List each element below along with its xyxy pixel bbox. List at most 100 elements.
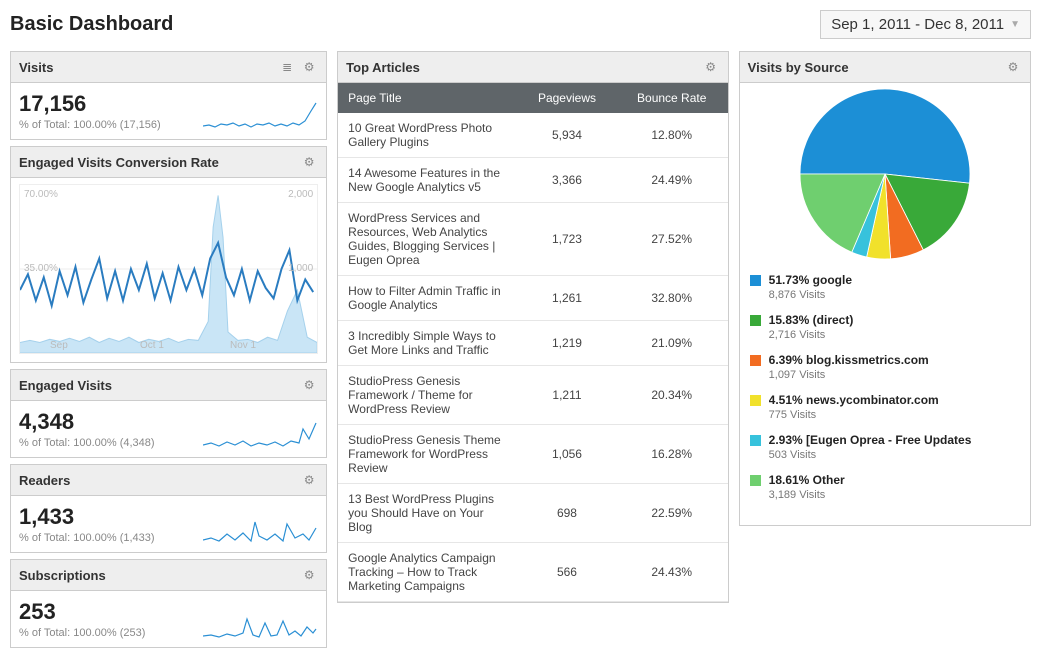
- cell-pageviews: 1,219: [518, 321, 616, 366]
- chevron-down-icon: ▼: [1010, 19, 1020, 30]
- legend-swatch: [750, 315, 761, 326]
- y-left-top: 70.00%: [24, 189, 58, 200]
- legend-sub: 775 Visits: [769, 409, 939, 421]
- gear-icon[interactable]: [702, 58, 720, 76]
- sparkline-subs: [203, 609, 318, 639]
- table-row[interactable]: How to Filter Admin Traffic in Google An…: [338, 276, 727, 321]
- cell-bounce: 12.80%: [616, 113, 728, 158]
- table-row[interactable]: 13 Best WordPress Plugins you Should Hav…: [338, 484, 727, 543]
- legend-item[interactable]: 51.73% google 8,876 Visits: [744, 273, 1026, 301]
- legend-label: 18.61% Other: [769, 473, 845, 487]
- gear-icon[interactable]: [300, 376, 318, 394]
- gear-icon[interactable]: [300, 58, 318, 76]
- legend-sub: 8,876 Visits: [769, 289, 852, 301]
- engaged-value: 4,348: [19, 407, 155, 435]
- table-row[interactable]: 14 Awesome Features in the New Google An…: [338, 158, 727, 203]
- legend-swatch: [750, 355, 761, 366]
- legend-item[interactable]: 18.61% Other 3,189 Visits: [744, 473, 1026, 501]
- col-bounce-rate[interactable]: Bounce Rate: [616, 83, 728, 113]
- legend-item[interactable]: 6.39% blog.kissmetrics.com 1,097 Visits: [744, 353, 1026, 381]
- table-row[interactable]: 3 Incredibly Simple Ways to Get More Lin…: [338, 321, 727, 366]
- legend-label: 51.73% google: [769, 273, 852, 287]
- legend-label: 4.51% news.ycombinator.com: [769, 393, 939, 407]
- gear-icon[interactable]: [300, 566, 318, 584]
- legend-swatch: [750, 475, 761, 486]
- cell-pageviews: 5,934: [518, 113, 616, 158]
- table-row[interactable]: StudioPress Genesis Framework / Theme fo…: [338, 366, 727, 425]
- widget-visits: Visits 17,156 % of Total: 100.00% (17,15…: [10, 51, 327, 140]
- table-row[interactable]: 10 Great WordPress Photo Gallery Plugins…: [338, 113, 727, 158]
- widget-title: Readers: [19, 473, 70, 488]
- y-right-mid: 1,000: [288, 263, 313, 274]
- legend-label: 6.39% blog.kissmetrics.com: [769, 353, 929, 367]
- y-right-top: 2,000: [288, 189, 313, 200]
- widget-readers: Readers 1,433 % of Total: 100.00% (1,433…: [10, 464, 327, 553]
- legend-sub: 2,716 Visits: [769, 329, 854, 341]
- cell-title: Google Analytics Campaign Tracking – How…: [338, 543, 518, 602]
- legend-item[interactable]: 15.83% (direct) 2,716 Visits: [744, 313, 1026, 341]
- date-range-picker[interactable]: Sep 1, 2011 - Dec 8, 2011 ▼: [820, 10, 1031, 39]
- widget-conversion-rate: Engaged Visits Conversion Rate 70.00% 35…: [10, 146, 327, 363]
- legend-swatch: [750, 395, 761, 406]
- x-tick: Nov 1: [230, 340, 256, 351]
- widget-title: Visits by Source: [748, 60, 849, 75]
- pie-slice[interactable]: [800, 89, 970, 183]
- cell-pageviews: 1,261: [518, 276, 616, 321]
- legend-label: 2.93% [Eugen Oprea - Free Updates: [769, 433, 972, 447]
- cell-title: How to Filter Admin Traffic in Google An…: [338, 276, 518, 321]
- cell-pageviews: 1,056: [518, 425, 616, 484]
- widget-top-articles: Top Articles Page Title Pageviews Bounce…: [337, 51, 728, 603]
- visits-pct: % of Total: 100.00% (17,156): [19, 119, 161, 131]
- cell-title: 3 Incredibly Simple Ways to Get More Lin…: [338, 321, 518, 366]
- legend-swatch: [750, 435, 761, 446]
- cell-title: 13 Best WordPress Plugins you Should Hav…: [338, 484, 518, 543]
- cell-title: WordPress Services and Resources, Web An…: [338, 203, 518, 276]
- cell-pageviews: 566: [518, 543, 616, 602]
- cell-bounce: 20.34%: [616, 366, 728, 425]
- legend-sub: 1,097 Visits: [769, 369, 929, 381]
- top-articles-table: Page Title Pageviews Bounce Rate 10 Grea…: [338, 83, 727, 602]
- table-row[interactable]: StudioPress Genesis Theme Framework for …: [338, 425, 727, 484]
- cell-pageviews: 3,366: [518, 158, 616, 203]
- cell-title: StudioPress Genesis Theme Framework for …: [338, 425, 518, 484]
- cell-bounce: 16.28%: [616, 425, 728, 484]
- widget-title: Subscriptions: [19, 568, 106, 583]
- table-row[interactable]: Google Analytics Campaign Tracking – How…: [338, 543, 727, 602]
- cell-bounce: 27.52%: [616, 203, 728, 276]
- cell-bounce: 21.09%: [616, 321, 728, 366]
- x-tick: Sep: [50, 340, 68, 351]
- col-page-title[interactable]: Page Title: [338, 83, 518, 113]
- cell-bounce: 24.43%: [616, 543, 728, 602]
- conversion-rate-chart[interactable]: 70.00% 35.00% 2,000 1,000 Sep Oct 1 Nov …: [19, 184, 318, 354]
- widget-visits-by-source: Visits by Source 51.73% google 8,876 Vis…: [739, 51, 1031, 526]
- sparkline-readers: [203, 514, 318, 544]
- x-tick: Oct 1: [140, 340, 164, 351]
- pie-chart[interactable]: [800, 89, 970, 259]
- legend-label: 15.83% (direct): [769, 313, 854, 327]
- cell-pageviews: 1,723: [518, 203, 616, 276]
- legend-item[interactable]: 4.51% news.ycombinator.com 775 Visits: [744, 393, 1026, 421]
- legend-item[interactable]: 2.93% [Eugen Oprea - Free Updates 503 Vi…: [744, 433, 1026, 461]
- widget-subscriptions: Subscriptions 253 % of Total: 100.00% (2…: [10, 559, 327, 648]
- y-left-mid: 35.00%: [24, 263, 58, 274]
- gear-icon[interactable]: [300, 153, 318, 171]
- readers-pct: % of Total: 100.00% (1,433): [19, 532, 155, 544]
- sparkline-engaged: [203, 419, 318, 449]
- gear-icon[interactable]: [300, 471, 318, 489]
- widget-title: Engaged Visits Conversion Rate: [19, 155, 219, 170]
- page-title: Basic Dashboard: [10, 13, 173, 36]
- cell-title: StudioPress Genesis Framework / Theme fo…: [338, 366, 518, 425]
- col-pageviews[interactable]: Pageviews: [518, 83, 616, 113]
- table-row[interactable]: WordPress Services and Resources, Web An…: [338, 203, 727, 276]
- widget-title: Top Articles: [346, 60, 420, 75]
- date-range-label: Sep 1, 2011 - Dec 8, 2011: [831, 16, 1004, 33]
- gear-icon[interactable]: [1004, 58, 1022, 76]
- legend-swatch: [750, 275, 761, 286]
- report-icon[interactable]: [278, 58, 296, 76]
- legend-sub: 3,189 Visits: [769, 489, 845, 501]
- cell-title: 14 Awesome Features in the New Google An…: [338, 158, 518, 203]
- sparkline-visits: [203, 101, 318, 131]
- engaged-pct: % of Total: 100.00% (4,348): [19, 437, 155, 449]
- widget-title: Engaged Visits: [19, 378, 112, 393]
- subs-pct: % of Total: 100.00% (253): [19, 627, 145, 639]
